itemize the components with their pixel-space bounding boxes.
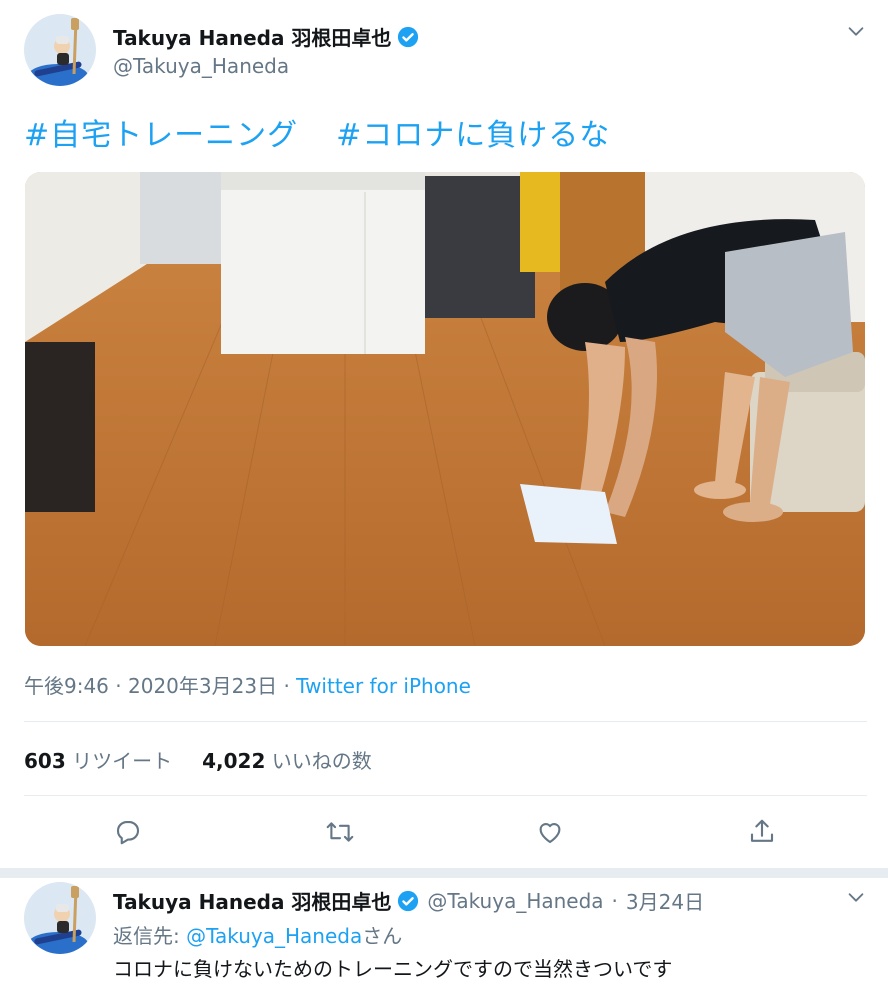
retweet-icon (326, 822, 354, 842)
divider (24, 721, 867, 722)
verified-badge-icon (397, 890, 419, 912)
reply-separator: · (611, 888, 618, 913)
reply-icon (116, 820, 140, 845)
reply-display-name[interactable]: Takuya Haneda 羽根田卓也 (113, 886, 391, 915)
tweet-stats: 603 リツイート 4,022 いいねの数 (24, 745, 372, 774)
handle[interactable]: @Takuya_Haneda (113, 54, 289, 78)
display-name[interactable]: Takuya Haneda 羽根田卓也 (113, 22, 391, 51)
hashtag-link[interactable]: #コロナに負けるな (336, 118, 610, 153)
tweet-text: #自宅トレーニング #コロナに負けるな (24, 110, 610, 154)
hashtag-link[interactable]: #自宅トレーニング (24, 118, 298, 153)
meta-separator: · (283, 674, 290, 698)
replying-to: 返信先: @Takuya_Hanedaさん (113, 920, 402, 949)
divider (24, 795, 867, 796)
likes-stat[interactable]: 4,022 いいねの数 (202, 749, 372, 773)
reply-handle[interactable]: @Takuya_Haneda (427, 889, 603, 913)
heart-icon (539, 823, 561, 844)
verified-badge-icon (397, 26, 419, 48)
author-name-row[interactable]: Takuya Haneda 羽根田卓也 (113, 22, 419, 51)
reply-button[interactable] (108, 812, 148, 852)
tweet-source-link[interactable]: Twitter for iPhone (296, 674, 471, 698)
thread-separator (0, 868, 888, 878)
share-icon (750, 819, 774, 842)
replying-handle-link[interactable]: @Takuya_Haneda (186, 924, 362, 948)
tweet-actions (0, 812, 888, 852)
reply-header: Takuya Haneda 羽根田卓也 @Takuya_Haneda · 3月2… (113, 886, 704, 915)
tweet-video[interactable] (25, 172, 865, 646)
avatar[interactable] (24, 14, 96, 86)
retweet-button[interactable] (320, 812, 360, 852)
meta-separator: · (115, 674, 122, 698)
chevron-down-icon[interactable] (845, 886, 867, 908)
retweets-stat[interactable]: 603 リツイート (24, 749, 172, 773)
tweet-timestamp-row: 午後9:46 · 2020年3月23日 · Twitter for iPhone (24, 670, 471, 699)
timestamp-time[interactable]: 午後9:46 (24, 674, 109, 698)
timestamp-date[interactable]: 2020年3月23日 (128, 674, 277, 698)
reply-avatar[interactable] (24, 882, 96, 954)
reply-date[interactable]: 3月24日 (626, 886, 704, 915)
replying-prefix: 返信先: (113, 924, 180, 948)
chevron-down-icon[interactable] (845, 20, 867, 42)
replying-suffix: さん (362, 924, 403, 948)
share-button[interactable] (742, 812, 782, 852)
reply-text: コロナに負けないためのトレーニングですので当然きついです (113, 957, 673, 981)
like-button[interactable] (530, 812, 570, 852)
